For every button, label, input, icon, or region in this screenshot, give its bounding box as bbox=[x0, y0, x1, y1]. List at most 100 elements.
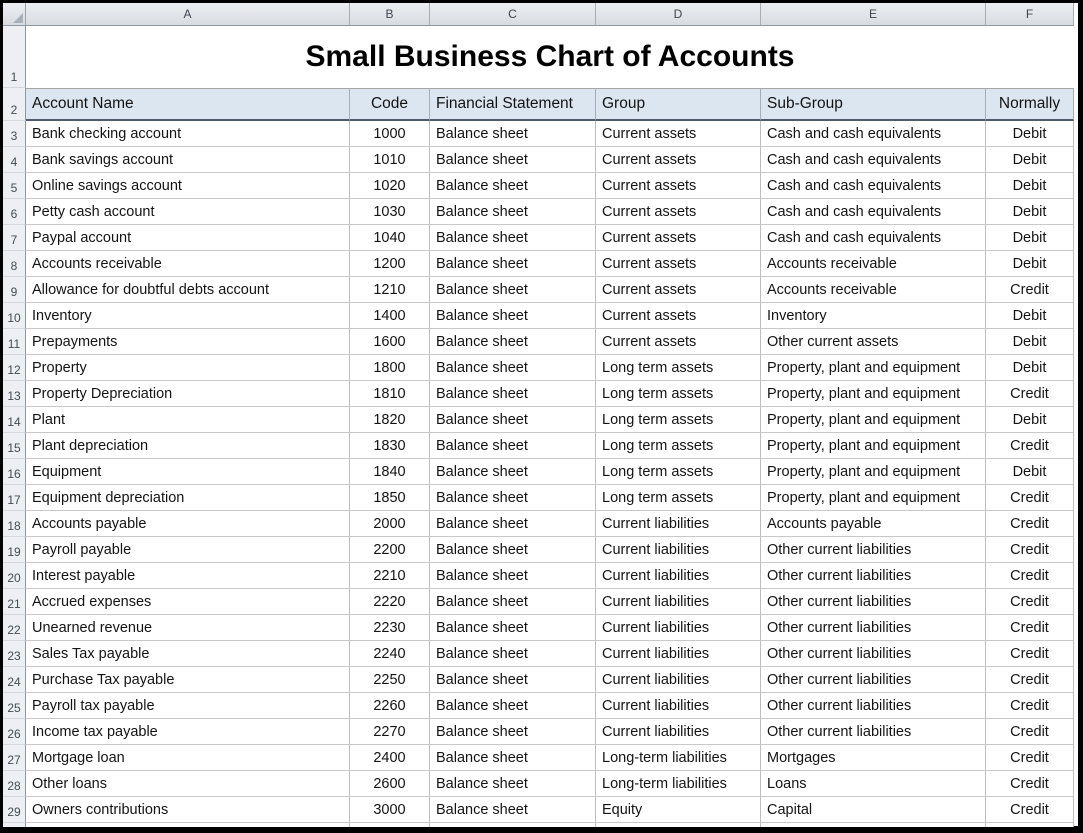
cell-D15[interactable]: Long term assets bbox=[596, 433, 761, 459]
cell-B17[interactable]: 1850 bbox=[350, 485, 430, 511]
cell-B27[interactable]: 2400 bbox=[350, 745, 430, 771]
row-header-27[interactable]: 27 bbox=[3, 745, 26, 771]
cell-B7[interactable]: 1040 bbox=[350, 225, 430, 251]
cell-D26[interactable]: Current liabilities bbox=[596, 719, 761, 745]
cell-E8[interactable]: Accounts receivable bbox=[761, 251, 986, 277]
cell-C20[interactable]: Balance sheet bbox=[430, 563, 596, 589]
cell-A20[interactable]: Interest payable bbox=[26, 563, 350, 589]
row-header-26[interactable]: 26 bbox=[3, 719, 26, 745]
cell-B24[interactable]: 2250 bbox=[350, 667, 430, 693]
cell-F27[interactable]: Credit bbox=[986, 745, 1074, 771]
column-header-A[interactable]: A bbox=[26, 3, 350, 26]
row-header-13[interactable]: 13 bbox=[3, 381, 26, 407]
cell-F11[interactable]: Debit bbox=[986, 329, 1074, 355]
row-header-6[interactable]: 6 bbox=[3, 199, 26, 225]
cell-D22[interactable]: Current liabilities bbox=[596, 615, 761, 641]
cell-C29[interactable]: Balance sheet bbox=[430, 797, 596, 823]
cell-A25[interactable]: Payroll tax payable bbox=[26, 693, 350, 719]
cell-C4[interactable]: Balance sheet bbox=[430, 147, 596, 173]
row-header-23[interactable]: 23 bbox=[3, 641, 26, 667]
cell-C21[interactable]: Balance sheet bbox=[430, 589, 596, 615]
cell-F5[interactable]: Debit bbox=[986, 173, 1074, 199]
cell-B21[interactable]: 2220 bbox=[350, 589, 430, 615]
cell-E7[interactable]: Cash and cash equivalents bbox=[761, 225, 986, 251]
row-header-14[interactable]: 14 bbox=[3, 407, 26, 433]
cell-D10[interactable]: Current assets bbox=[596, 303, 761, 329]
cell-C18[interactable]: Balance sheet bbox=[430, 511, 596, 537]
cell-F22[interactable]: Credit bbox=[986, 615, 1074, 641]
cell-A14[interactable]: Plant bbox=[26, 407, 350, 433]
cell-C25[interactable]: Balance sheet bbox=[430, 693, 596, 719]
cell-A15[interactable]: Plant depreciation bbox=[26, 433, 350, 459]
row-header-19[interactable]: 19 bbox=[3, 537, 26, 563]
cell-A30[interactable] bbox=[26, 823, 350, 827]
cell-D20[interactable]: Current liabilities bbox=[596, 563, 761, 589]
row-header-4[interactable]: 4 bbox=[3, 147, 26, 173]
cell-C11[interactable]: Balance sheet bbox=[430, 329, 596, 355]
cell-E9[interactable]: Accounts receivable bbox=[761, 277, 986, 303]
cell-B23[interactable]: 2240 bbox=[350, 641, 430, 667]
cell-A29[interactable]: Owners contributions bbox=[26, 797, 350, 823]
column-header-C[interactable]: C bbox=[430, 3, 596, 26]
cell-D4[interactable]: Current assets bbox=[596, 147, 761, 173]
cell-E13[interactable]: Property, plant and equipment bbox=[761, 381, 986, 407]
cell-B5[interactable]: 1020 bbox=[350, 173, 430, 199]
row-header-9[interactable]: 9 bbox=[3, 277, 26, 303]
row-header-30[interactable] bbox=[3, 823, 26, 827]
header-cell-account-name[interactable]: Account Name bbox=[26, 88, 350, 121]
cell-F4[interactable]: Debit bbox=[986, 147, 1074, 173]
cell-C16[interactable]: Balance sheet bbox=[430, 459, 596, 485]
cell-B30[interactable] bbox=[350, 823, 430, 827]
cell-B8[interactable]: 1200 bbox=[350, 251, 430, 277]
header-cell-group[interactable]: Group bbox=[596, 88, 761, 121]
cell-C7[interactable]: Balance sheet bbox=[430, 225, 596, 251]
cell-E18[interactable]: Accounts payable bbox=[761, 511, 986, 537]
cell-B3[interactable]: 1000 bbox=[350, 121, 430, 147]
cell-B13[interactable]: 1810 bbox=[350, 381, 430, 407]
cell-A21[interactable]: Accrued expenses bbox=[26, 589, 350, 615]
cell-F23[interactable]: Credit bbox=[986, 641, 1074, 667]
cell-D29[interactable]: Equity bbox=[596, 797, 761, 823]
cell-E27[interactable]: Mortgages bbox=[761, 745, 986, 771]
cell-A27[interactable]: Mortgage loan bbox=[26, 745, 350, 771]
cell-F24[interactable]: Credit bbox=[986, 667, 1074, 693]
cell-A26[interactable]: Income tax payable bbox=[26, 719, 350, 745]
cell-D7[interactable]: Current assets bbox=[596, 225, 761, 251]
cell-E12[interactable]: Property, plant and equipment bbox=[761, 355, 986, 381]
cell-A23[interactable]: Sales Tax payable bbox=[26, 641, 350, 667]
cell-E23[interactable]: Other current liabilities bbox=[761, 641, 986, 667]
cell-B15[interactable]: 1830 bbox=[350, 433, 430, 459]
cell-A12[interactable]: Property bbox=[26, 355, 350, 381]
cell-E26[interactable]: Other current liabilities bbox=[761, 719, 986, 745]
cell-B12[interactable]: 1800 bbox=[350, 355, 430, 381]
cell-D18[interactable]: Current liabilities bbox=[596, 511, 761, 537]
cell-C5[interactable]: Balance sheet bbox=[430, 173, 596, 199]
cell-C28[interactable]: Balance sheet bbox=[430, 771, 596, 797]
cell-F26[interactable]: Credit bbox=[986, 719, 1074, 745]
cell-A9[interactable]: Allowance for doubtful debts account bbox=[26, 277, 350, 303]
cell-B10[interactable]: 1400 bbox=[350, 303, 430, 329]
cell-F18[interactable]: Credit bbox=[986, 511, 1074, 537]
row-header-25[interactable]: 25 bbox=[3, 693, 26, 719]
cell-B9[interactable]: 1210 bbox=[350, 277, 430, 303]
cell-B20[interactable]: 2210 bbox=[350, 563, 430, 589]
cell-A5[interactable]: Online savings account bbox=[26, 173, 350, 199]
cell-A22[interactable]: Unearned revenue bbox=[26, 615, 350, 641]
cell-A7[interactable]: Paypal account bbox=[26, 225, 350, 251]
column-header-F[interactable]: F bbox=[986, 3, 1074, 26]
cell-B11[interactable]: 1600 bbox=[350, 329, 430, 355]
cell-A13[interactable]: Property Depreciation bbox=[26, 381, 350, 407]
row-header-22[interactable]: 22 bbox=[3, 615, 26, 641]
row-header-10[interactable]: 10 bbox=[3, 303, 26, 329]
cell-C10[interactable]: Balance sheet bbox=[430, 303, 596, 329]
cell-D13[interactable]: Long term assets bbox=[596, 381, 761, 407]
row-header-20[interactable]: 20 bbox=[3, 563, 26, 589]
cell-F20[interactable]: Credit bbox=[986, 563, 1074, 589]
cell-B4[interactable]: 1010 bbox=[350, 147, 430, 173]
cell-E30[interactable] bbox=[761, 823, 986, 827]
cell-C15[interactable]: Balance sheet bbox=[430, 433, 596, 459]
cell-E3[interactable]: Cash and cash equivalents bbox=[761, 121, 986, 147]
cell-C23[interactable]: Balance sheet bbox=[430, 641, 596, 667]
cell-F10[interactable]: Debit bbox=[986, 303, 1074, 329]
cell-F14[interactable]: Debit bbox=[986, 407, 1074, 433]
